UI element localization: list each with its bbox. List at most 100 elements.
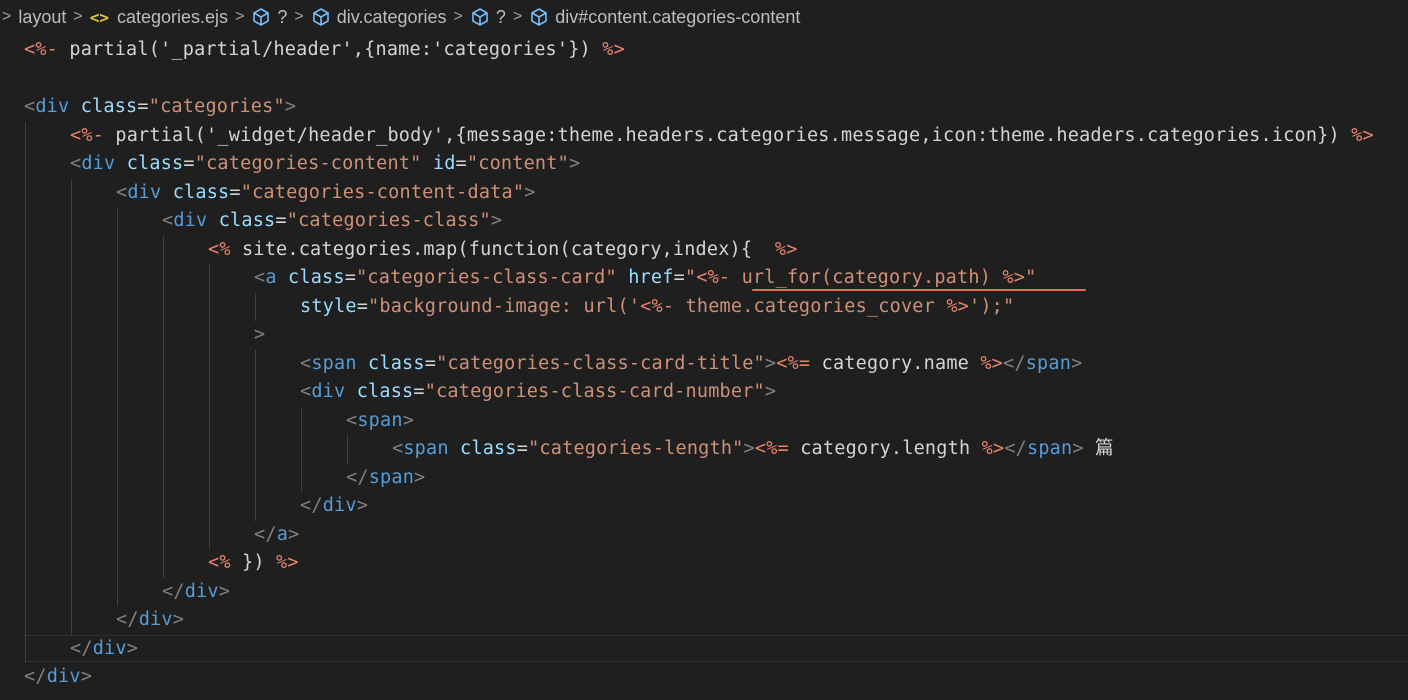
code-line[interactable]: <%- partial('_widget/header_body',{messa…: [70, 122, 1374, 150]
indent-guide: [71, 178, 72, 635]
code-token: <%-: [640, 295, 675, 317]
code-line[interactable]: >: [254, 321, 265, 349]
chevron-right-icon: >: [294, 8, 304, 25]
chevron-right-icon: >: [512, 8, 523, 25]
code-line[interactable]: </a>: [254, 521, 299, 549]
breadcrumb-item-file[interactable]: <> categories.ejs: [90, 7, 228, 28]
code-token: class: [126, 153, 184, 174]
code-token: %>: [774, 238, 798, 260]
code-token: <: [300, 352, 312, 374]
code-token: div: [46, 666, 81, 687]
code-editor[interactable]: <%- partial('_partial/header',{name:'cat…: [0, 34, 1408, 700]
breadcrumb-item-symbol[interactable]: ?: [470, 7, 506, 28]
code-token: >: [254, 324, 266, 345]
code-token: span: [311, 352, 357, 374]
code-token: class: [172, 181, 230, 203]
code-line[interactable]: </div>: [300, 492, 368, 520]
code-line[interactable]: </div>: [24, 663, 92, 691]
code-line[interactable]: <div class="categories-content-data">: [116, 179, 536, 207]
code-line[interactable]: <% }) %>: [208, 549, 299, 577]
code-token: ": [1025, 267, 1037, 288]
indent-guide: [163, 235, 164, 578]
code-token: </: [346, 466, 369, 488]
code-token: <%: [208, 238, 231, 260]
breadcrumb-item-folder[interactable]: layout: [18, 7, 66, 28]
code-token: >: [1072, 438, 1084, 459]
code-token: %>: [946, 295, 969, 317]
code-line[interactable]: <div class="categories">: [24, 93, 296, 121]
code-line[interactable]: style="background-image: url('<%- theme.…: [300, 293, 1014, 321]
code-line[interactable]: <div class="categories-content" id="cont…: [70, 150, 580, 178]
code-token: <: [70, 153, 82, 174]
code-token: </: [1003, 352, 1026, 374]
code-token: =: [516, 438, 529, 459]
code-token: class: [288, 267, 345, 288]
code-token: %>: [980, 352, 1004, 374]
breadcrumb-label: div.categories: [336, 6, 447, 27]
code-token: =: [356, 295, 369, 317]
code-line[interactable]: </div>: [116, 606, 184, 634]
code-token: theme.categories_cover: [674, 295, 947, 317]
current-line-highlight: [24, 634, 1408, 662]
code-token: div: [138, 609, 173, 630]
symbol-cube-icon: [253, 8, 270, 26]
code-token: </: [70, 637, 93, 659]
code-token: %>: [1002, 267, 1026, 288]
code-line[interactable]: <span>: [346, 407, 414, 435]
code-token: <%-: [24, 39, 59, 60]
code-line[interactable]: <span class="categories-length"><%= cate…: [392, 435, 1114, 463]
code-token: >: [218, 580, 231, 602]
symbol-cube-icon: [531, 8, 548, 26]
code-line[interactable]: </div>: [70, 635, 138, 663]
breadcrumb-item-symbol[interactable]: ?: [251, 7, 287, 28]
chevron-right-icon: >: [453, 8, 463, 25]
code-token: =: [424, 352, 437, 374]
code-line[interactable]: </div>: [162, 578, 230, 606]
code-line[interactable]: <div class="categories-class-card-number…: [300, 378, 776, 406]
breadcrumb-label: div#content.categories-content: [555, 6, 801, 27]
chevron-right-icon: >: [2, 8, 12, 25]
code-token: >: [764, 381, 777, 402]
code-token: >: [764, 352, 777, 374]
code-token: style: [300, 295, 357, 317]
code-token: url_for(category.path): [730, 267, 1003, 288]
symbol-cube-icon: [312, 8, 329, 26]
breadcrumb-item-symbol[interactable]: div#content.categories-content: [529, 7, 800, 28]
breadcrumb-item-symbol[interactable]: div.categories: [311, 7, 447, 28]
code-line[interactable]: <%- partial('_partial/header',{name:'cat…: [24, 36, 625, 64]
code-token: =: [413, 381, 425, 402]
code-token: >: [743, 438, 755, 459]
code-token: "categories-class": [286, 210, 491, 231]
code-token: >: [126, 637, 139, 659]
code-token: =: [673, 267, 685, 288]
code-token: >: [568, 153, 581, 174]
code-token: >: [284, 96, 297, 117]
code-line[interactable]: </span>: [346, 464, 425, 492]
code-line[interactable]: <% site.categories.map(function(category…: [208, 236, 798, 264]
code-token: =: [455, 153, 467, 174]
code-token: <: [254, 267, 266, 288]
indent-guide: [117, 207, 118, 606]
code-token: <: [300, 381, 312, 402]
code-token: </: [254, 523, 277, 545]
code-token: >: [490, 210, 503, 231]
code-line[interactable]: <span class="categories-class-card-title…: [300, 350, 1082, 378]
code-token: =: [275, 210, 287, 231]
code-token: </: [300, 495, 323, 516]
code-token: span: [357, 409, 403, 431]
code-line[interactable]: <a class="categories-class-card" href="<…: [254, 264, 1036, 292]
indent-guide: [25, 121, 26, 663]
code-token: partial('_widget/header_body',{message:t…: [104, 124, 1352, 146]
code-token: >: [80, 666, 93, 687]
code-token: a: [276, 523, 289, 545]
code-token: <: [392, 438, 404, 459]
code-line[interactable]: <div class="categories-class">: [162, 207, 502, 235]
code-token: div: [184, 580, 219, 602]
code-token: "categories-class-card-number": [424, 381, 765, 402]
code-token: <: [116, 181, 128, 203]
